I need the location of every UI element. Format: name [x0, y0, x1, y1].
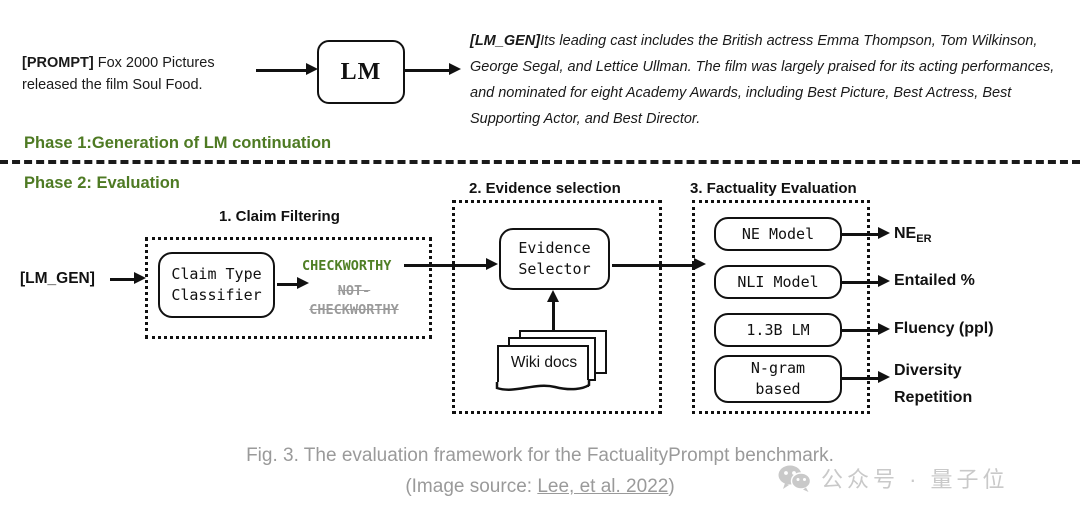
section-title-factuality-evaluation: 3. Factuality Evaluation — [690, 180, 857, 197]
section-title-claim-filtering: 1. Claim Filtering — [219, 208, 340, 225]
section-title-evidence-selection: 2. Evidence selection — [469, 180, 621, 197]
phase-divider — [0, 160, 1080, 164]
figure-canvas: [PROMPT] Fox 2000 Pictures released the … — [0, 0, 1080, 530]
arrow-docs-to-selector-head — [547, 290, 559, 302]
output-entailed-percent: Entailed % — [894, 272, 975, 289]
phase-1-label: Phase 1:Generation of LM continuation — [24, 134, 332, 152]
caption-source-link[interactable]: Lee, et al. 2022 — [537, 476, 668, 497]
output-ne-main: NE — [894, 225, 917, 242]
lm-model-box: LM — [317, 40, 405, 104]
nli-model-box: NLI Model — [714, 265, 842, 299]
claim-classifier-label-line2: Classifier — [171, 286, 262, 304]
arrow-lm-out-head — [878, 323, 890, 335]
generation-tag: [LM_GEN] — [470, 33, 541, 49]
prompt-text: [PROMPT] Fox 2000 Pictures released the … — [22, 52, 252, 96]
evidence-selector-label-line1: Evidence — [518, 239, 591, 257]
lm-model-label: LM — [340, 58, 382, 85]
checkworthy-label: CHECKWORTHY — [302, 258, 392, 274]
nli-model-label: NLI Model — [737, 272, 819, 291]
caption-source-suffix: ) — [668, 476, 675, 497]
output-ne-er: NEER — [894, 225, 932, 245]
caption-source-prefix: (Image source: — [405, 476, 538, 497]
ne-model-label: NE Model — [741, 224, 815, 243]
wechat-icon — [778, 465, 812, 492]
arrow-into-evidence-line — [448, 264, 488, 267]
arrow-nli-out-head — [878, 275, 890, 287]
arrow-lm-to-gen-line — [403, 69, 451, 72]
watermark-text: 公众号 · 量子位 — [821, 467, 1009, 492]
arrow-into-evidence-head — [486, 258, 498, 270]
evidence-selector-box: Evidence Selector — [499, 228, 610, 290]
ngram-label-line2: based — [755, 380, 801, 398]
arrow-prompt-to-lm-line — [256, 69, 308, 72]
arrow-lm-to-gen-head — [449, 63, 461, 75]
ngram-based-box: N-gram based — [714, 355, 842, 403]
lm-gen-input-label: [LM_GEN] — [20, 270, 95, 287]
lm-1-3b-label: 1.3B LM — [746, 320, 810, 339]
not-checkworthy-label: NOT-CHECKWORTHY — [309, 283, 399, 318]
output-repetition: Repetition — [894, 389, 973, 406]
arrow-input-to-sec1-line — [110, 278, 136, 281]
wiki-docs-stack: Wiki docs — [495, 330, 612, 392]
prompt-tag: [PROMPT] — [22, 55, 94, 71]
wiki-docs-label: Wiki docs — [510, 354, 578, 371]
claim-type-classifier-box: Claim Type Classifier — [158, 252, 275, 318]
ne-model-box: NE Model — [714, 217, 842, 251]
generation-body: Its leading cast includes the British ac… — [470, 33, 1055, 127]
claim-classifier-label-line1: Claim Type — [171, 265, 262, 283]
output-fluency: Fluency (ppl) — [894, 320, 994, 337]
output-diversity: Diversity — [894, 362, 962, 379]
generated-text: [LM_GEN]Its leading cast includes the Br… — [470, 28, 1070, 132]
output-diversity-repetition: Diversity Repetition — [894, 357, 1044, 411]
output-ne-subscript: ER — [916, 233, 932, 246]
lm-1-3b-box: 1.3B LM — [714, 313, 842, 347]
arrow-ne-out-head — [878, 227, 890, 239]
arrow-sec2-to-sec3-line — [612, 264, 700, 267]
phase-2-label: Phase 2: Evaluation — [24, 174, 180, 192]
evidence-selector-label-line2: Selector — [518, 260, 591, 278]
arrow-ngram-out-head — [878, 371, 890, 383]
watermark: 公众号 · 量子位 — [778, 462, 1009, 494]
wiki-doc-wave-edge — [495, 380, 591, 391]
ngram-label-line1: N-gram — [750, 359, 806, 377]
